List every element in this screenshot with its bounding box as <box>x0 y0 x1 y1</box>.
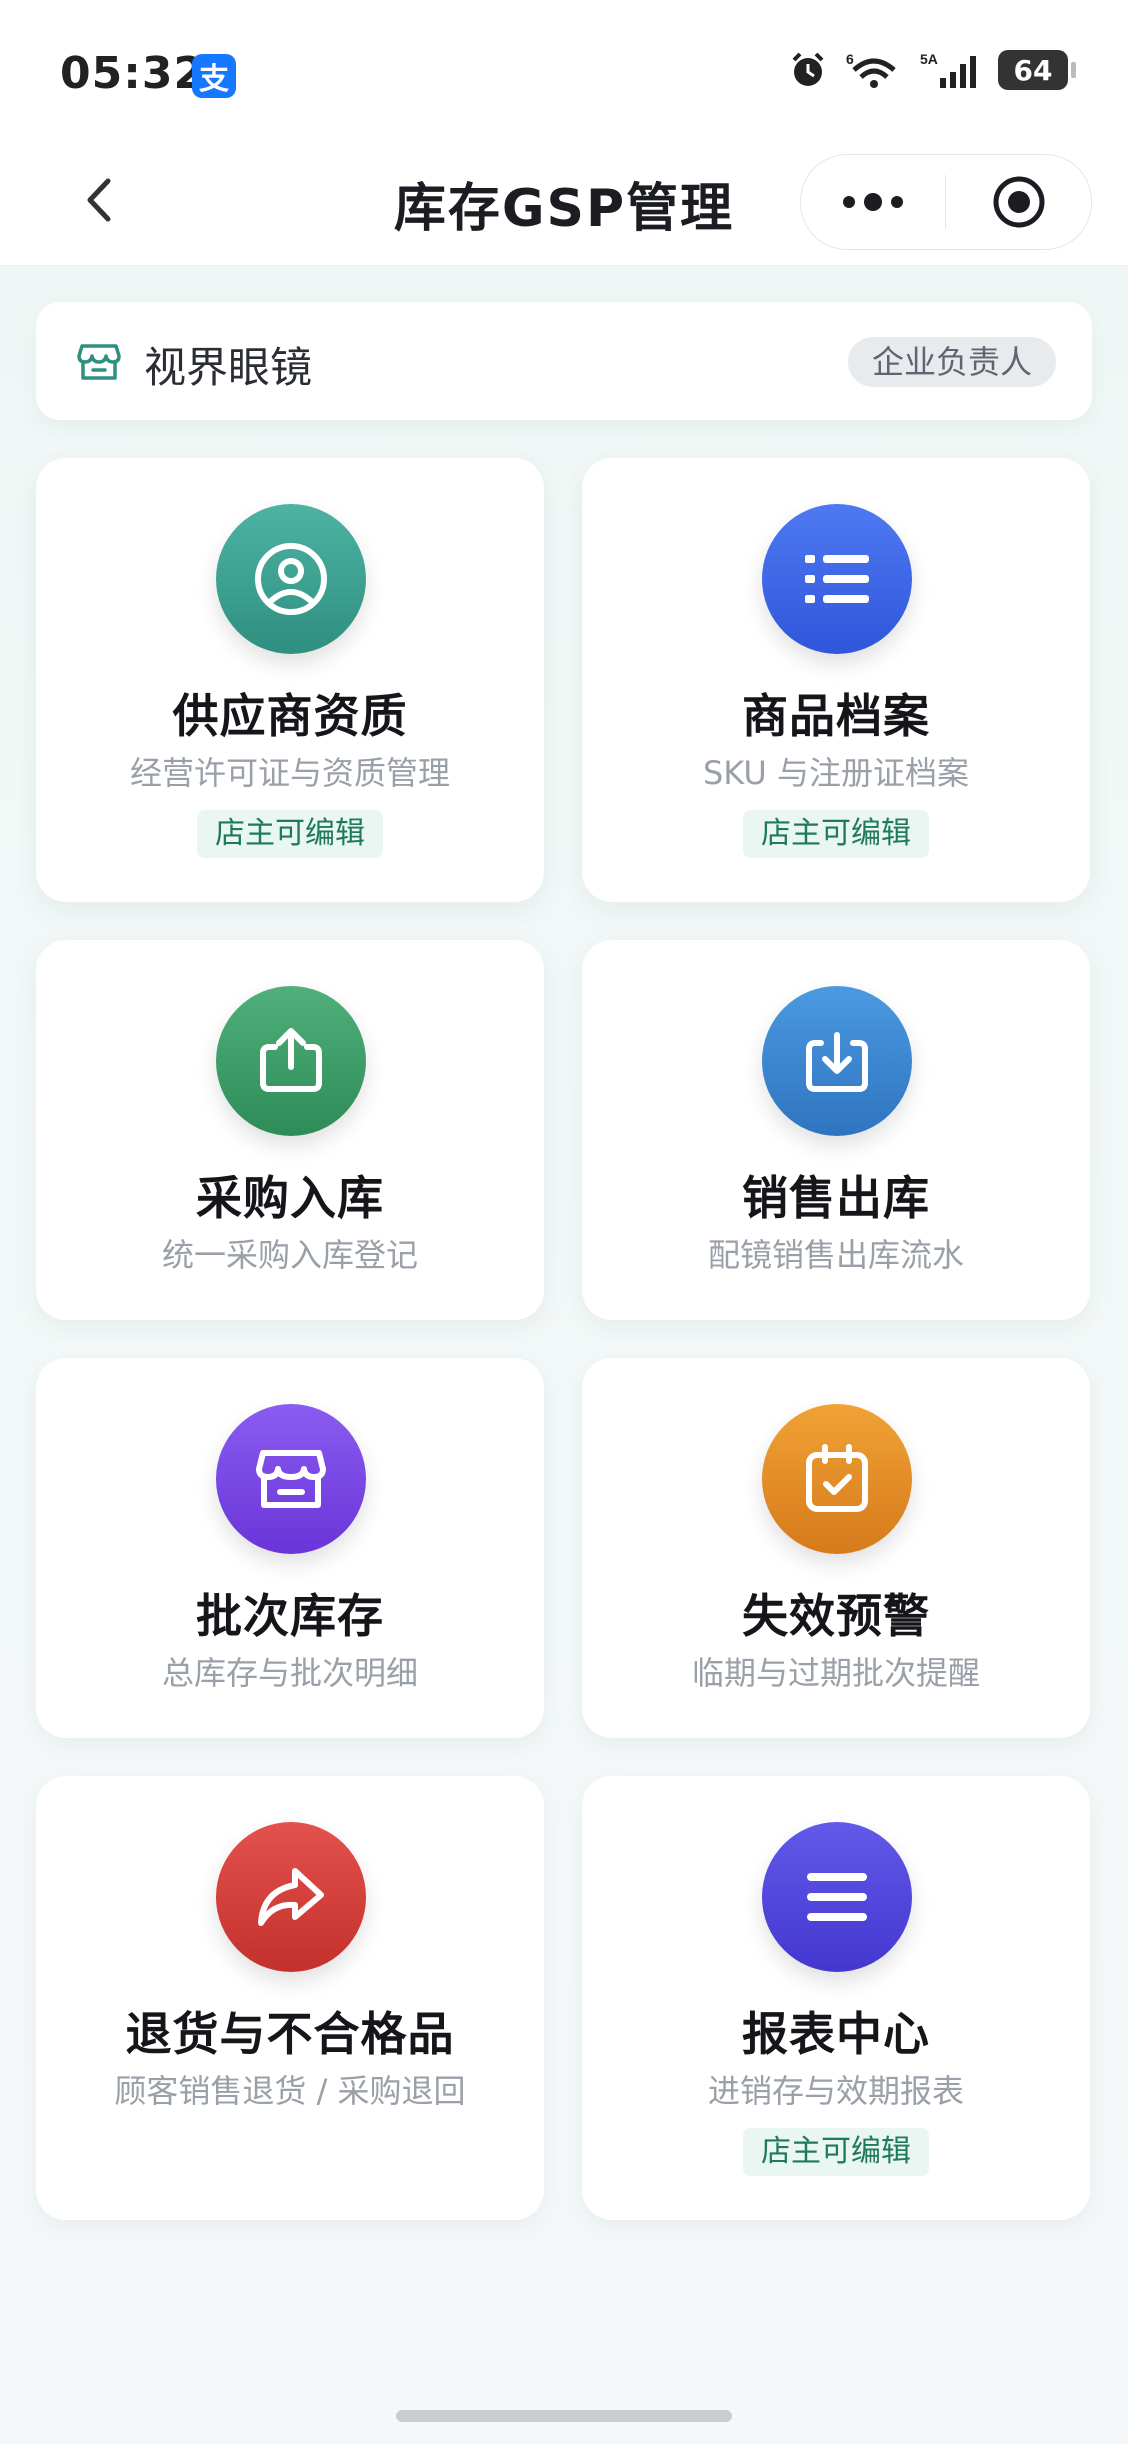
owner-editable-tag: 店主可编辑 <box>743 810 929 858</box>
signal-type: 5A <box>920 51 938 67</box>
alipay-icon: 支 <box>192 54 236 98</box>
card-subtitle: SKU 与注册证档案 <box>702 754 970 792</box>
card-title: 退货与不合格品 <box>125 2007 455 2061</box>
calendar-check-icon <box>806 1444 868 1512</box>
card-returns-nonconforming[interactable]: 退货与不合格品 顾客销售退货 / 采购退回 <box>36 1776 544 2220</box>
card-title: 商品档案 <box>742 689 930 743</box>
battery-indicator: 64 <box>998 50 1076 90</box>
card-supplier-qualification[interactable]: 供应商资质 经营许可证与资质管理 店主可编辑 <box>36 458 544 902</box>
card-icon-circle <box>762 504 912 654</box>
status-time: 05:32 <box>60 48 206 99</box>
more-dots-icon <box>843 193 903 211</box>
organization-bar[interactable]: 视界眼镜 企业负责人 <box>36 302 1092 420</box>
card-icon-circle <box>216 986 366 1136</box>
owner-editable-tag: 店主可编辑 <box>197 810 383 858</box>
download-box-icon <box>806 1032 868 1092</box>
target-circle-icon <box>993 176 1044 228</box>
card-icon-circle <box>216 1404 366 1554</box>
signal-icon: 5A <box>920 51 976 88</box>
card-subtitle: 经营许可证与资质管理 <box>129 754 450 792</box>
menu-lines-icon <box>807 1873 867 1921</box>
card-icon-circle <box>762 1404 912 1554</box>
miniapp-capsule <box>800 154 1092 250</box>
alarm-icon <box>792 52 824 86</box>
card-title: 采购入库 <box>196 1171 384 1225</box>
card-title: 失效预警 <box>742 1589 930 1643</box>
card-title: 批次库存 <box>196 1589 384 1643</box>
card-icon-circle <box>216 504 366 654</box>
card-subtitle: 顾客销售退货 / 采购退回 <box>114 2072 466 2110</box>
card-title: 销售出库 <box>742 1171 930 1225</box>
owner-editable-tag: 店主可编辑 <box>743 2128 929 2176</box>
card-report-center[interactable]: 报表中心 进销存与效期报表 店主可编辑 <box>582 1776 1090 2220</box>
close-miniapp-button[interactable] <box>946 155 1091 249</box>
card-subtitle: 总库存与批次明细 <box>161 1654 418 1692</box>
organization-name: 视界眼镜 <box>144 343 313 392</box>
wifi-generation: 6 <box>846 51 854 67</box>
card-batch-inventory[interactable]: 批次库存 总库存与批次明细 <box>36 1358 544 1738</box>
list-icon <box>805 555 869 603</box>
card-title: 报表中心 <box>742 2007 930 2061</box>
user-circle-icon <box>255 543 327 615</box>
status-icons: 6 5A 64 <box>788 50 1076 90</box>
card-icon-circle <box>762 986 912 1136</box>
card-icon-circle <box>762 1822 912 1972</box>
card-title: 供应商资质 <box>172 689 408 743</box>
nav-bar: 库存GSP管理 <box>0 140 1128 266</box>
store-icon <box>77 344 121 380</box>
card-subtitle: 配镜销售出库流水 <box>707 1236 964 1274</box>
role-badge: 企业负责人 <box>847 337 1056 387</box>
card-product-archive[interactable]: 商品档案 SKU 与注册证档案 店主可编辑 <box>582 458 1090 902</box>
status-bar: 05:32 支 6 5A 64 <box>0 0 1128 140</box>
card-icon-circle <box>216 1822 366 1972</box>
card-sales-outbound[interactable]: 销售出库 配镜销售出库流水 <box>582 940 1090 1320</box>
upload-box-icon <box>260 1028 322 1092</box>
card-purchase-inbound[interactable]: 采购入库 统一采购入库登记 <box>36 940 544 1320</box>
share-arrow-icon <box>258 1868 324 1926</box>
card-expiry-warning[interactable]: 失效预警 临期与过期批次提醒 <box>582 1358 1090 1738</box>
card-subtitle: 临期与过期批次提醒 <box>691 1654 980 1692</box>
home-indicator[interactable] <box>396 2410 732 2422</box>
store-icon <box>256 1450 326 1508</box>
card-subtitle: 统一采购入库登记 <box>161 1236 418 1274</box>
more-button[interactable] <box>801 155 945 249</box>
wifi-icon: 6 <box>846 51 896 88</box>
card-subtitle: 进销存与效期报表 <box>707 2072 964 2110</box>
